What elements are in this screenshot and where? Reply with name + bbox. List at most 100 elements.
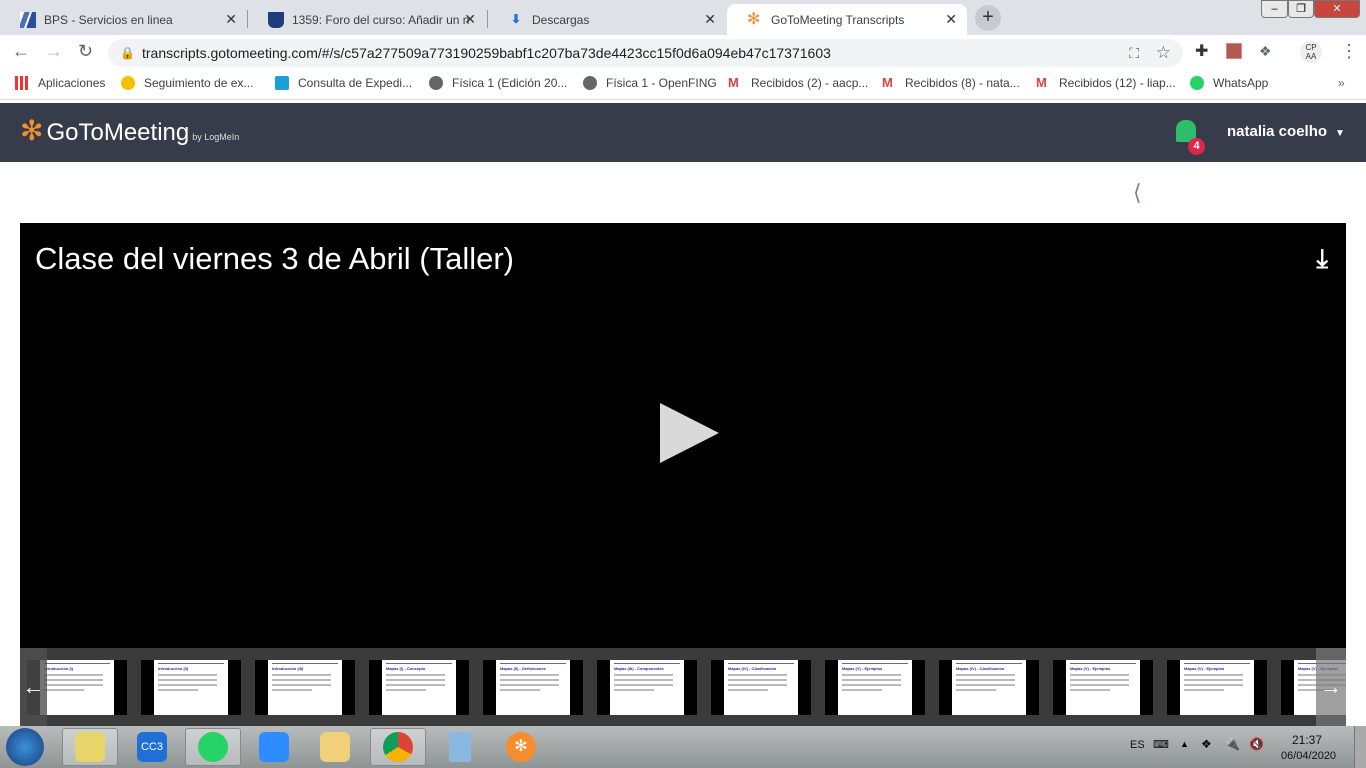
gotomeeting-logo[interactable]: ✻ GoToMeeting by LogMeIn	[20, 115, 239, 147]
taskbar-explorer[interactable]	[307, 728, 363, 766]
forward-icon[interactable]: →	[45, 41, 63, 62]
tab-foro[interactable]: 1359: Foro del curso: Añadir un n ✕	[248, 4, 486, 35]
bookmark-item[interactable]: Física 1 - OpenFING	[583, 76, 717, 90]
url-input[interactable]: 🔒 transcripts.gotomeeting.com/#/s/c57a277…	[108, 39, 1183, 67]
slide-thumbnail[interactable]: Mapas (I) - Concepto	[369, 660, 469, 715]
dropbox-tray-icon[interactable]: ❖	[1201, 737, 1212, 751]
scroll-left-arrow[interactable]: ←	[20, 648, 47, 726]
gmail-icon: M	[1036, 75, 1047, 90]
download-icon: ⬇	[510, 11, 522, 26]
scroll-right-arrow[interactable]: →	[1316, 648, 1346, 726]
taskbar-sticky-notes[interactable]	[62, 728, 118, 766]
logo-text: GoToMeeting	[46, 119, 190, 146]
address-bar-row: ← → ↻ 🔒 transcripts.gotomeeting.com/#/s/c…	[0, 35, 1366, 69]
reload-icon[interactable]: ↻	[78, 41, 93, 62]
extensions-icon[interactable]: ✚	[1195, 41, 1208, 61]
cc3-icon: CC3	[137, 732, 167, 762]
maximize-button[interactable]: ❐	[1288, 0, 1314, 18]
close-tab-icon[interactable]: ✕	[704, 11, 716, 28]
slide-thumbnail[interactable]: Introducción (III)	[255, 660, 355, 715]
menu-icon[interactable]: ⋮	[1340, 41, 1358, 62]
clock-time[interactable]: 21:37	[1292, 733, 1322, 747]
bookmark-item[interactable]: M Recibidos (12) - liap...	[1036, 75, 1176, 91]
show-desktop-button[interactable]	[1354, 726, 1366, 768]
slide-thumbnail[interactable]: Mapas (V) - Ejemplos	[1167, 660, 1267, 715]
whatsapp-icon	[198, 732, 228, 762]
close-window-button[interactable]: ✕	[1314, 0, 1360, 18]
calculator-icon	[449, 732, 471, 762]
bookmark-item[interactable]: Física 1 (Edición 20...	[429, 76, 567, 90]
slide-thumbnail[interactable]: Mapas (II) - Definiciones	[483, 660, 583, 715]
bookmark-apps[interactable]: Aplicaciones	[15, 76, 105, 90]
translate-icon[interactable]: ⛶	[1129, 39, 1139, 67]
slide-title: Mapas (IV) - Clasificación	[728, 663, 794, 671]
bookmarks-bar: Aplicaciones Seguimiento de ex... Consul…	[0, 69, 1366, 100]
slide-preview: Mapas (V) - Ejemplos	[838, 660, 912, 715]
bookmark-label: Recibidos (12) - liap...	[1059, 76, 1176, 90]
keyboard-icon[interactable]: ⌨	[1153, 738, 1169, 751]
bps-icon	[20, 11, 36, 28]
slide-thumbnail[interactable]: Mapas (V) - Ejemplos	[1053, 660, 1153, 715]
tab-gotomeeting[interactable]: ✻ GoToMeeting Transcripts ✕	[727, 4, 967, 35]
start-button[interactable]	[6, 728, 44, 766]
star-icon[interactable]: ☆	[1156, 39, 1171, 67]
slide-thumbnail[interactable]: Mapas (V) - Ejemplos	[825, 660, 925, 715]
bookmark-item[interactable]: M Recibidos (8) - nata...	[882, 76, 1020, 91]
notification-badge: 4	[1188, 138, 1205, 155]
bookmark-item[interactable]: M Recibidos (2) - aacp...	[728, 76, 869, 91]
whatsapp-icon	[1190, 76, 1204, 90]
slide-thumbnail[interactable]: Mapas (IV) - Clasificación	[711, 660, 811, 715]
caret-down-icon: ▼	[1335, 128, 1345, 139]
taskbar-chrome[interactable]	[370, 728, 426, 766]
logo-icon: ✻	[20, 115, 44, 146]
slide-preview: Mapas (IV) - Clasificación	[952, 660, 1026, 715]
tab-descargas[interactable]: ⬇ Descargas ✕	[488, 4, 726, 35]
taskbar-calculator[interactable]	[432, 728, 488, 766]
close-tab-icon[interactable]: ✕	[225, 11, 237, 28]
back-icon[interactable]: ←	[12, 41, 30, 62]
bookmark-item[interactable]: Seguimiento de ex...	[121, 76, 253, 90]
taskbar-zoom[interactable]	[246, 728, 302, 766]
bookmark-label: Recibidos (2) - aacp...	[751, 76, 869, 90]
slide-title: Mapas (II) - Definiciones	[500, 663, 566, 671]
slide-preview: Mapas (V) - Ejemplos	[1066, 660, 1140, 715]
video-player[interactable]: Clase del viernes 3 de Abril (Taller) ⤓	[20, 223, 1346, 648]
clock-date[interactable]: 06/04/2020	[1281, 750, 1336, 762]
taskbar-cc3[interactable]: CC3	[124, 728, 180, 766]
more-bookmarks[interactable]: »	[1338, 76, 1345, 90]
power-icon[interactable]: 🔌	[1225, 737, 1240, 751]
taskbar-whatsapp[interactable]	[185, 728, 241, 766]
slide-preview: Mapas (V) - Ejemplos	[1180, 660, 1254, 715]
minimize-button[interactable]: ‒	[1261, 0, 1288, 18]
tab-bps[interactable]: BPS - Servicios en linea ✕	[0, 4, 247, 35]
slide-title: Introducción (II)	[158, 663, 224, 671]
volume-muted-icon[interactable]: 🔇	[1249, 737, 1264, 751]
bookmark-label: Física 1 (Edición 20...	[452, 76, 568, 90]
share-icon[interactable]: ⟨	[1133, 180, 1142, 206]
download-icon[interactable]: ⤓	[1317, 243, 1329, 275]
slide-title: Mapas (V) - Ejemplos	[842, 663, 908, 671]
profile-avatar[interactable]: CP AA	[1300, 41, 1322, 63]
dropbox-icon[interactable]: ❖	[1259, 43, 1272, 60]
close-tab-icon[interactable]: ✕	[464, 11, 476, 28]
taskbar-gotomeeting[interactable]: ✻	[493, 728, 549, 766]
new-tab-button[interactable]: +	[975, 5, 1001, 31]
slide-preview: Mapas (III) - Componentes	[610, 660, 684, 715]
show-hidden-icons[interactable]: ▲	[1180, 739, 1189, 749]
slide-preview: Introducción (I)	[40, 660, 114, 715]
slide-title: Mapas (I) - Concepto	[386, 663, 452, 671]
language-indicator[interactable]: ES	[1130, 739, 1145, 751]
pdf-icon[interactable]	[1226, 43, 1242, 59]
slide-title: Introducción (I)	[44, 663, 110, 671]
bookmark-icon	[275, 76, 289, 90]
apps-grid-icon	[15, 76, 29, 90]
slide-thumbnail[interactable]: Mapas (IV) - Clasificación	[939, 660, 1039, 715]
close-tab-icon[interactable]: ✕	[945, 11, 957, 28]
shield-icon	[268, 11, 284, 28]
slide-thumbnail[interactable]: Introducción (II)	[141, 660, 241, 715]
slide-thumbnail[interactable]: Mapas (III) - Componentes	[597, 660, 697, 715]
bookmark-item[interactable]: Consulta de Expedi...	[275, 76, 412, 90]
user-menu[interactable]: natalia coelho ▼	[1227, 123, 1345, 140]
bookmark-item[interactable]: WhatsApp	[1190, 76, 1268, 90]
play-icon[interactable]	[660, 403, 719, 463]
